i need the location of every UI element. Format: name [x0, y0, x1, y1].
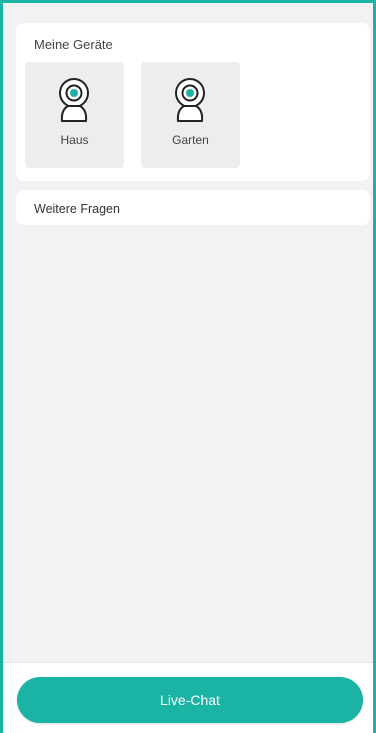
device-tile-haus[interactable]: Haus [25, 62, 124, 168]
more-questions-label: Weitere Fragen [34, 202, 120, 216]
device-tile-garten[interactable]: Garten [141, 62, 240, 168]
app-screen: Meine Geräte Haus Garten Weitere Fragen … [0, 0, 376, 733]
my-devices-title: Meine Geräte [34, 37, 113, 52]
more-questions-row[interactable]: Weitere Fragen [16, 190, 370, 225]
device-name-label: Haus [60, 133, 89, 147]
my-devices-card: Meine Geräte Haus Garten [16, 23, 370, 181]
camera-icon [175, 78, 205, 122]
bottom-bar: Live-Chat [3, 662, 373, 733]
live-chat-button[interactable]: Live-Chat [17, 677, 363, 723]
device-name-label: Garten [172, 133, 209, 147]
camera-icon [59, 78, 89, 122]
